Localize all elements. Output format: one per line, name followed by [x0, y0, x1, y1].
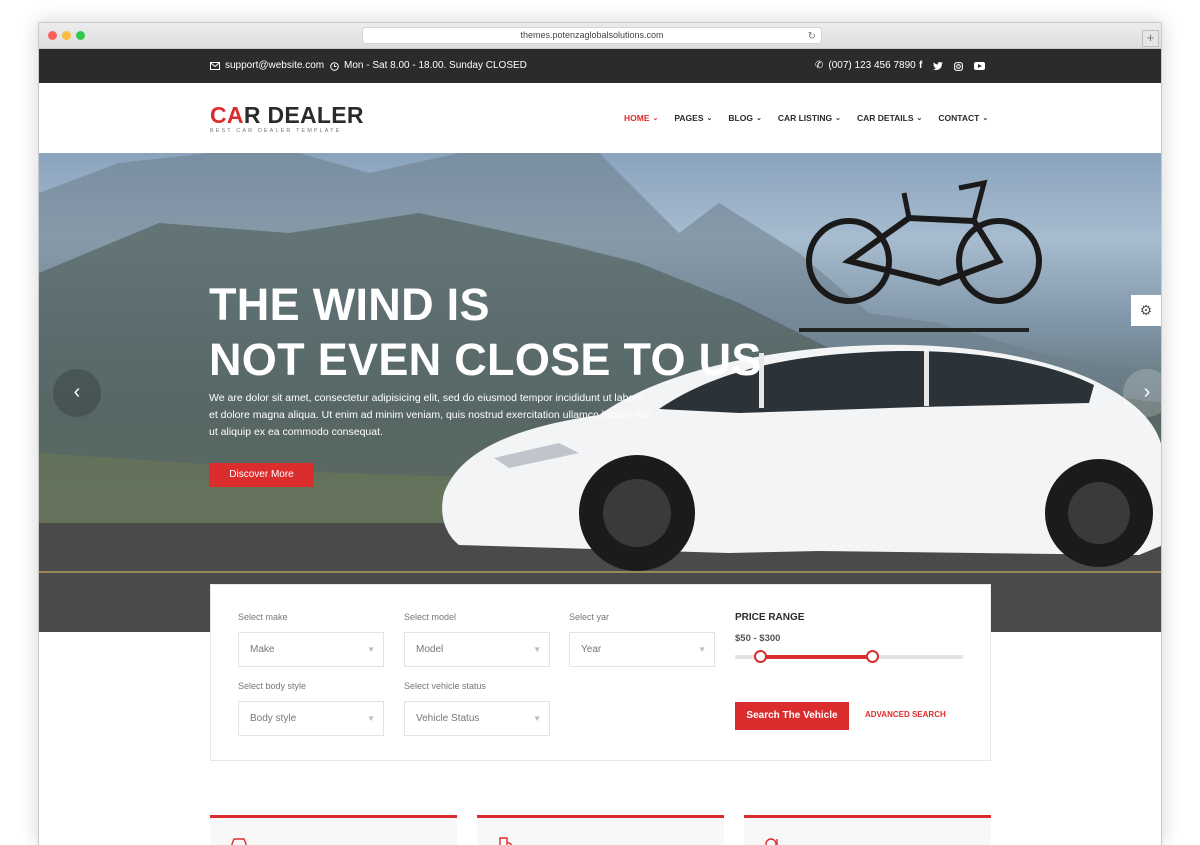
car-icon — [231, 838, 247, 845]
chevron-down-icon: ⌄ — [982, 115, 989, 122]
nav-car-details[interactable]: CAR DETAILS ⌄ — [857, 113, 922, 123]
chevron-down-icon: ⌄ — [706, 115, 713, 122]
price-min-handle[interactable] — [754, 650, 768, 663]
nav-car-listing[interactable]: CAR LISTING ⌄ — [778, 113, 841, 123]
chevron-down-icon: ▼ — [533, 714, 541, 723]
facebook-icon[interactable]: f — [919, 49, 922, 83]
model-label: Select model — [404, 612, 457, 622]
model-select[interactable]: Model ▼ — [404, 632, 550, 667]
browser-chrome: themes.potenzaglobalsolutions.com ↻ + — [39, 23, 1161, 49]
vehicle-search-panel: Select make Make ▼ Select model Model ▼ Se… — [210, 584, 991, 761]
main-nav: HOME ⌄ PAGES ⌄ BLOG ⌄ CAR LISTING ⌄ CAR DETA… — [624, 83, 1004, 153]
instagram-icon[interactable] — [954, 61, 964, 71]
nav-blog[interactable]: BLOG ⌄ — [728, 113, 761, 123]
phone-text: (007) 123 456 7890 — [828, 60, 916, 71]
nav-contact[interactable]: CONTACT ⌄ — [938, 113, 988, 123]
logo-wordmark: CAR DEALER — [210, 102, 364, 128]
price-range-slider[interactable] — [735, 650, 963, 663]
advanced-search-link[interactable]: ADVANCED SEARCH — [865, 710, 946, 719]
site-logo[interactable]: CAR DEALER BEST CAR DEALER TEMPLATE — [210, 103, 364, 134]
new-tab-button[interactable]: + — [1142, 30, 1159, 47]
clock-icon — [330, 61, 339, 71]
settings-button[interactable]: ⚙ — [1131, 295, 1161, 326]
engine-icon — [765, 838, 778, 845]
hero-description: We are dolor sit amet, consectetur adipi… — [209, 392, 652, 438]
chevron-down-icon: ⌄ — [916, 115, 923, 122]
chevron-down-icon: ▼ — [698, 645, 706, 654]
make-select[interactable]: Make ▼ — [238, 632, 384, 667]
chevron-right-icon: › — [1143, 381, 1151, 403]
year-label: Select yar — [569, 612, 610, 622]
nav-pages[interactable]: PAGES ⌄ — [674, 113, 712, 123]
address-bar[interactable]: themes.potenzaglobalsolutions.com ↻ — [362, 27, 822, 44]
twitter-icon[interactable] — [933, 62, 944, 70]
hero-title: THE WIND IS NOT EVEN CLOSE TO US — [209, 279, 762, 385]
hours-text: Mon - Sat 8.00 - 18.00. Sunday CLOSED — [344, 60, 527, 71]
close-window-button[interactable] — [48, 31, 57, 40]
feature-box — [477, 815, 724, 845]
social-links: f — [919, 49, 986, 83]
reload-icon[interactable]: ↻ — [808, 29, 816, 44]
discover-more-button[interactable]: Discover More — [209, 463, 314, 487]
vehicle-status-select[interactable]: Vehicle Status ▼ — [404, 701, 550, 736]
email-contact[interactable]: support@website.com — [210, 49, 324, 83]
price-range-fill — [760, 655, 872, 659]
logo-tagline: BEST CAR DEALER TEMPLATE — [210, 128, 342, 134]
chevron-down-icon: ▼ — [367, 645, 375, 654]
price-range-title: PRICE RANGE — [735, 612, 805, 623]
email-text: support@website.com — [225, 60, 325, 71]
body-style-label: Select body style — [238, 681, 307, 691]
make-label: Select make — [238, 612, 288, 622]
hero-slider: THE WIND IS NOT EVEN CLOSE TO US We are … — [39, 153, 1161, 632]
fuel-icon — [499, 837, 512, 845]
year-select[interactable]: Year ▼ — [569, 632, 715, 667]
browser-window: themes.potenzaglobalsolutions.com ↻ + su… — [38, 22, 1162, 845]
hours-info: Mon - Sat 8.00 - 18.00. Sunday CLOSED — [330, 49, 527, 83]
chevron-down-icon: ⌄ — [835, 115, 842, 122]
chevron-down-icon: ⌄ — [652, 115, 659, 122]
youtube-icon[interactable] — [974, 62, 986, 70]
chevron-down-icon: ⌄ — [755, 115, 762, 122]
site-header: CAR DEALER BEST CAR DEALER TEMPLATE HOME… — [39, 83, 1161, 153]
price-range-value: $50 - $300 — [735, 633, 781, 644]
phone-icon: ✆ — [815, 60, 824, 71]
price-max-handle[interactable] — [865, 650, 879, 663]
top-bar: support@website.com Mon - Sat 8.00 - 18.… — [39, 49, 1161, 83]
address-text: themes.potenzaglobalsolutions.com — [520, 30, 664, 40]
chevron-left-icon: ‹ — [73, 381, 81, 403]
feature-box — [210, 815, 457, 845]
zoom-window-button[interactable] — [76, 31, 85, 40]
gear-icon: ⚙ — [1139, 302, 1153, 318]
minimize-window-button[interactable] — [62, 31, 71, 40]
vehicle-status-label: Select vehicle status — [404, 681, 487, 691]
body-style-select[interactable]: Body style ▼ — [238, 701, 384, 736]
chevron-down-icon: ▼ — [533, 645, 541, 654]
nav-home[interactable]: HOME ⌄ — [624, 113, 658, 123]
slider-prev-button[interactable]: ‹ — [53, 369, 101, 417]
search-vehicle-button[interactable]: Search The Vehicle — [735, 702, 849, 730]
feature-box — [744, 815, 991, 845]
envelope-icon — [210, 62, 220, 70]
chevron-down-icon: ▼ — [367, 714, 375, 723]
phone-contact[interactable]: ✆ (007) 123 456 7890 — [815, 49, 916, 83]
